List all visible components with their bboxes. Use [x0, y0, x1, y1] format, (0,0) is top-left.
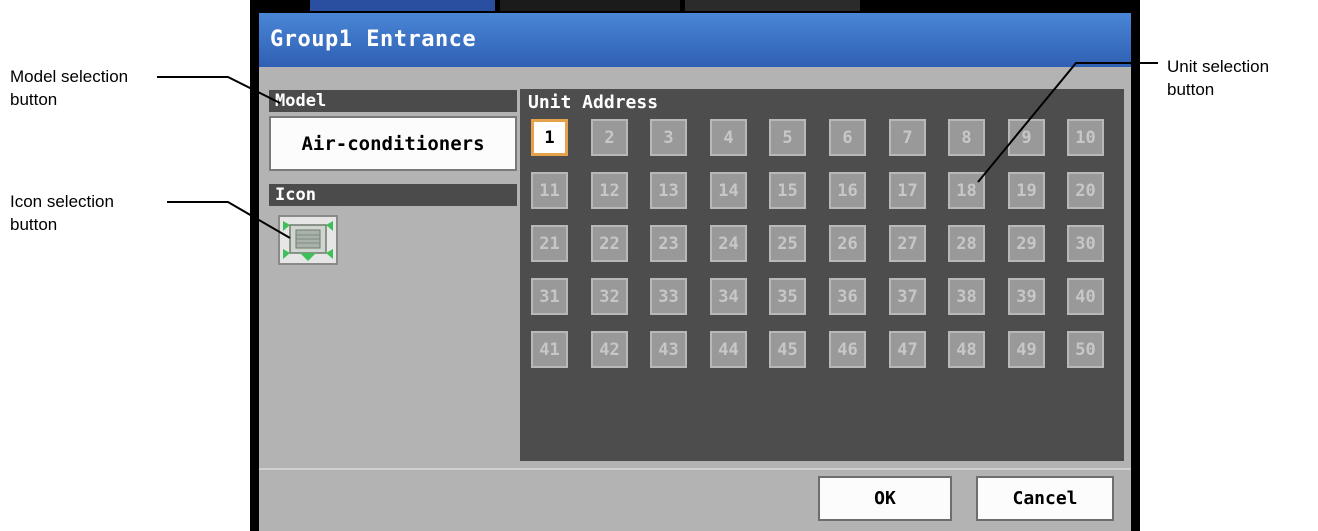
unit-leader-line [977, 62, 1158, 183]
callout-leader-lines [157, 62, 1158, 239]
model-leader-line [157, 76, 281, 104]
icon-leader-line [167, 201, 291, 239]
